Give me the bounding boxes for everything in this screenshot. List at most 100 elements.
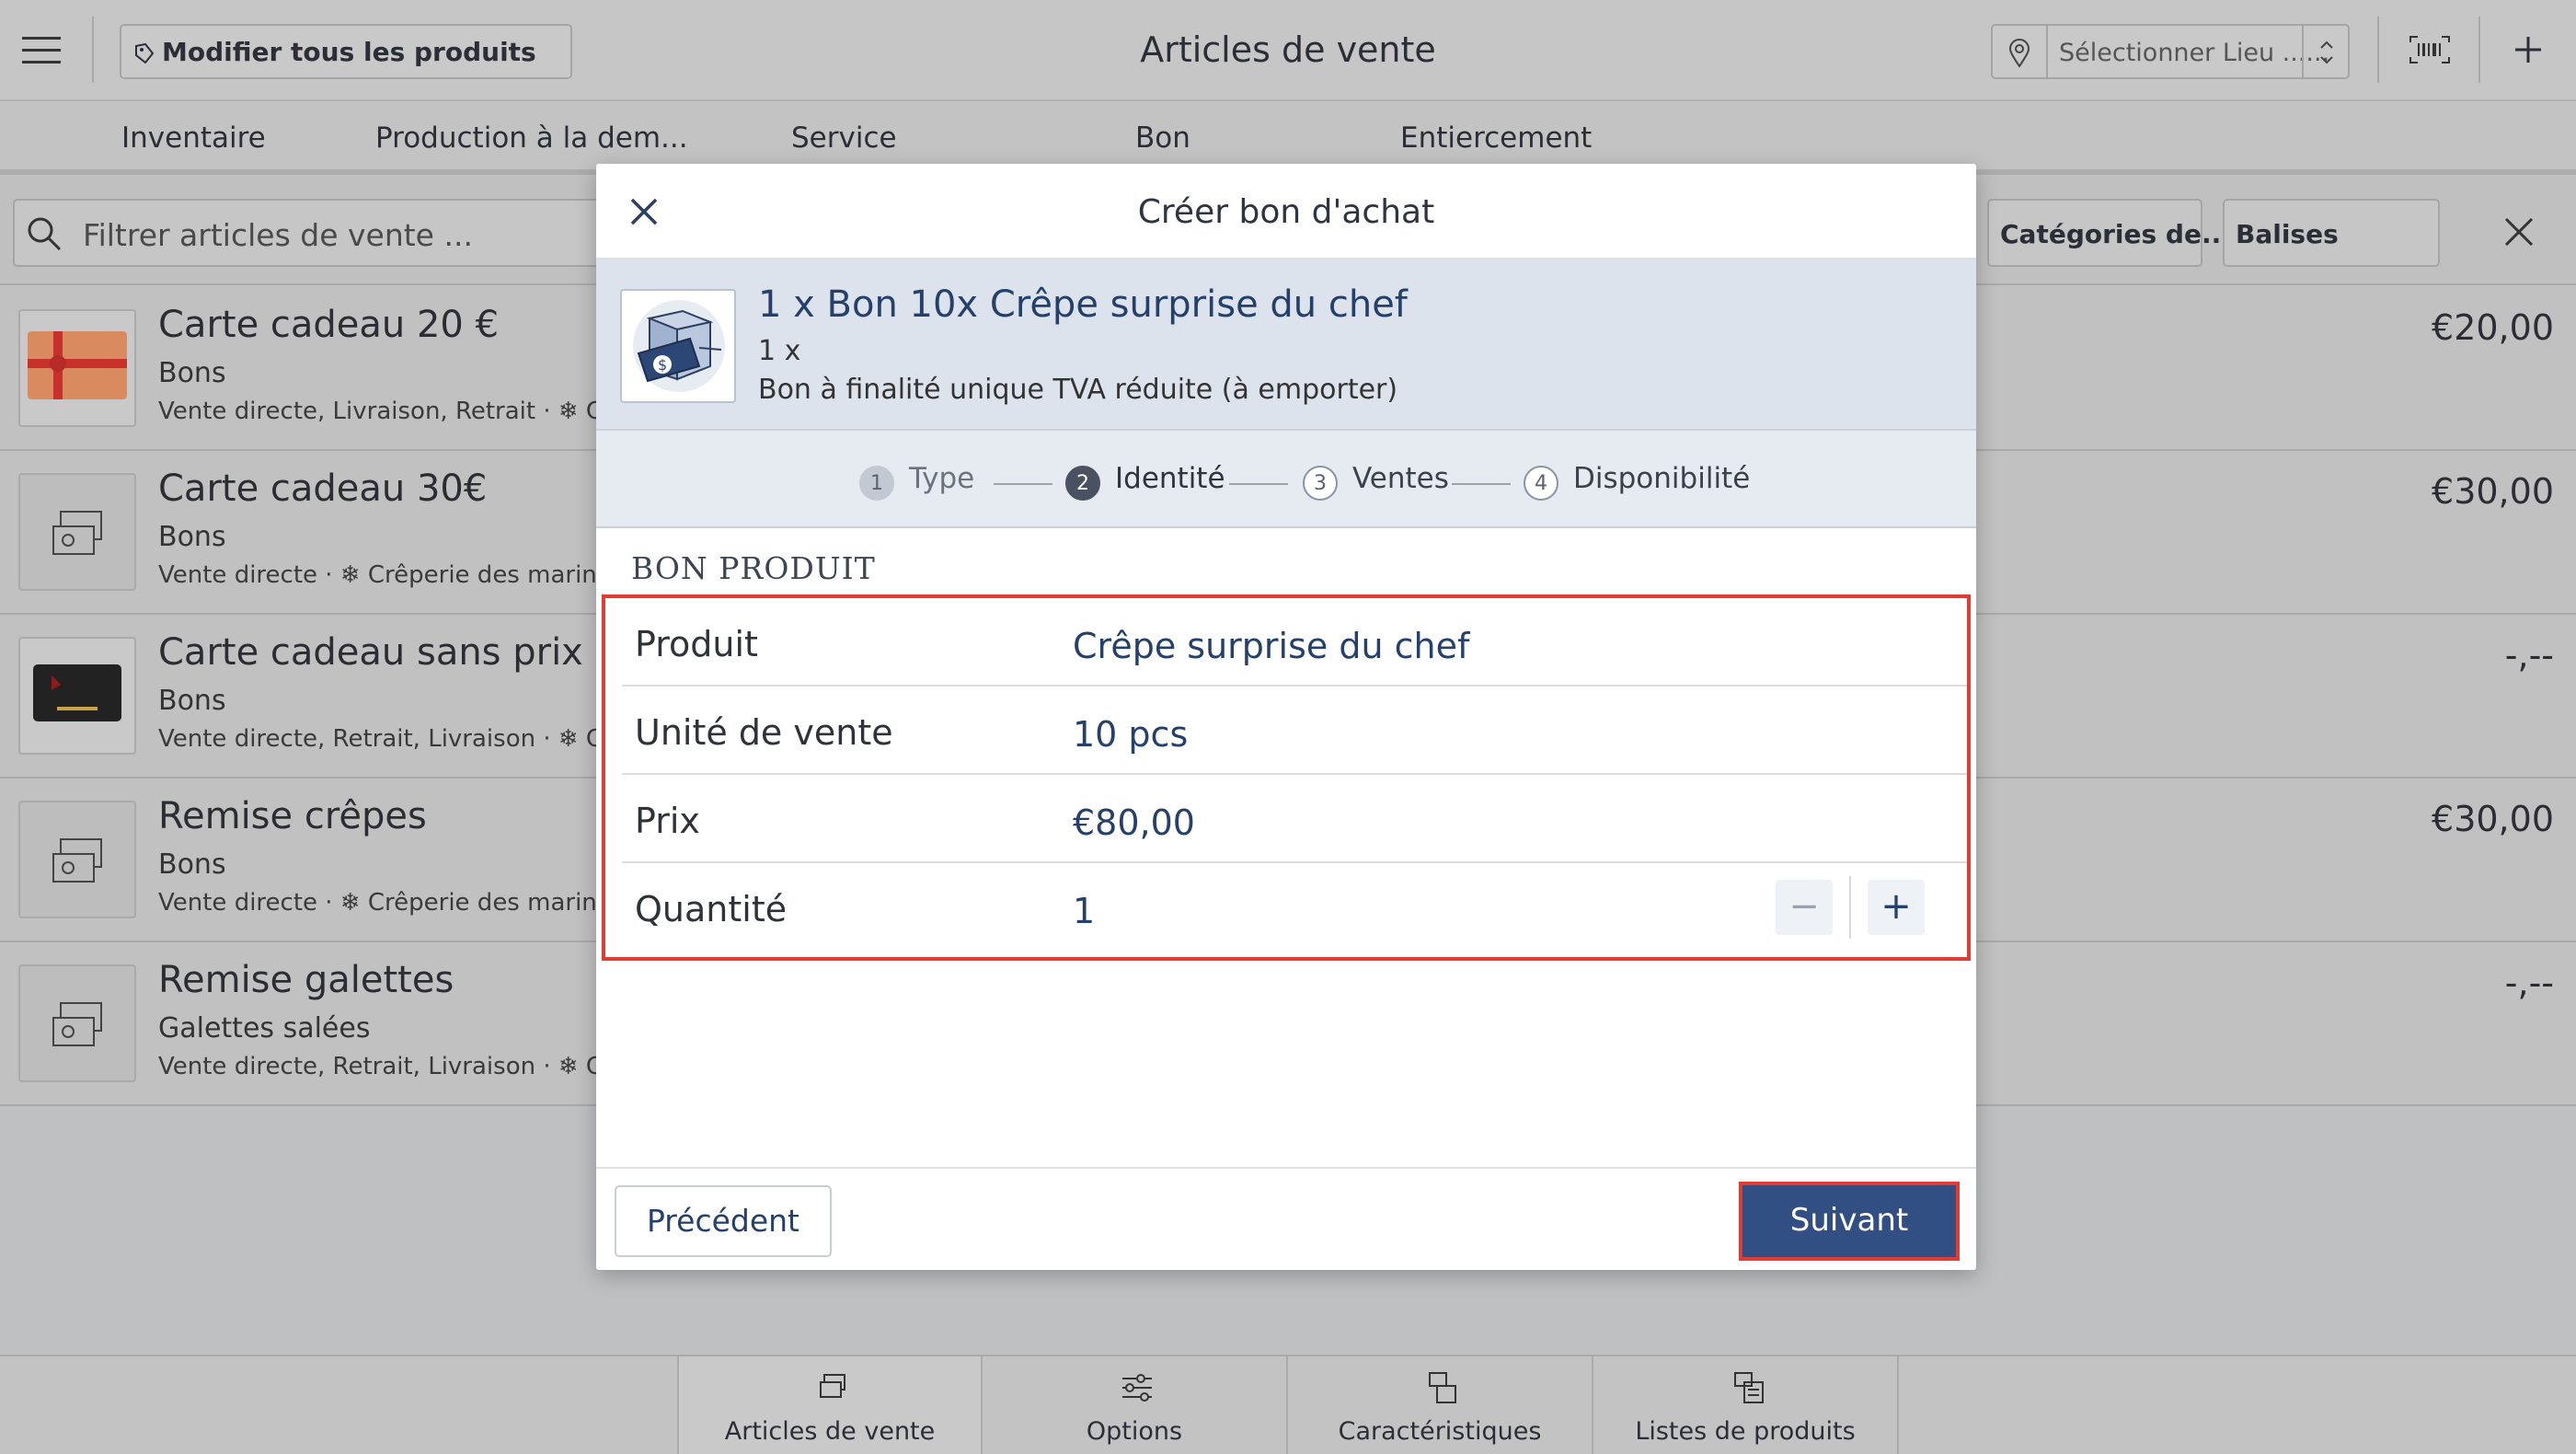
dialog-footer: Précédent Suivant [596, 1167, 1976, 1270]
item-price: €30,00 [2432, 471, 2554, 512]
location-pin-icon [2008, 39, 2030, 68]
voucher-ticket-icon: $ [633, 300, 725, 392]
voucher-thumbnail [18, 473, 136, 591]
item-price: €20,00 [2432, 307, 2554, 348]
item-subtitle: Bons [158, 357, 226, 389]
bottom-tab-label: Listes de produits [1635, 1417, 1856, 1446]
dialog-title: Créer bon d'achat [1137, 193, 1435, 231]
location-placeholder: Sélectionner Lieu ...... [2059, 39, 2330, 67]
product-description: Bon à finalité unique TVA réduite (à emp… [758, 374, 1398, 406]
voucher-icon [52, 1002, 102, 1046]
clear-filter-icon[interactable] [2502, 215, 2536, 248]
item-price: €30,00 [2432, 799, 2554, 839]
item-title: Carte cadeau sans prix [158, 631, 583, 674]
location-select[interactable]: Sélectionner Lieu ...... [1991, 24, 2350, 79]
bottom-tab-options[interactable]: Options [983, 1356, 1288, 1454]
tags-label: Balises [2236, 219, 2339, 249]
tab-inventaire[interactable]: Inventaire [121, 121, 266, 155]
step-type[interactable]: Type [909, 462, 974, 495]
step-identite[interactable]: Identité [1115, 462, 1225, 495]
bottom-nav: Articles de vente Options Caractéristiqu… [0, 1355, 2576, 1454]
categories-filter-button[interactable]: Catégories de... [1987, 199, 2231, 267]
form-row-product[interactable]: Produit Crêpe surprise du chef [622, 598, 1967, 687]
filter-placeholder: Filtrer articles de vente ... [83, 217, 473, 253]
black-gift-card-thumbnail [18, 637, 136, 755]
form-row-quantity: Quantité 1 − + [622, 863, 1967, 952]
item-subtitle: Bons [158, 685, 226, 717]
item-meta: Vente directe · ❄ Crêperie des marins [158, 889, 610, 917]
barcode-icon[interactable] [2409, 35, 2451, 64]
voucher-icon [820, 1374, 845, 1398]
item-price: -,-- [2504, 963, 2554, 1003]
item-price: -,-- [2504, 635, 2554, 675]
tab-bon[interactable]: Bon [1135, 121, 1190, 155]
product-title: 1 x Bon 10x Crêpe surprise du chef [758, 283, 1408, 326]
item-meta: Vente directe, Livraison, Retrait · ❄ Cr [158, 398, 613, 425]
step-number: 3 [1303, 466, 1338, 501]
item-title: Remise crêpes [158, 795, 427, 837]
voucher-thumbnail [18, 801, 136, 918]
categories-label: Catégories de... [2000, 219, 2231, 249]
item-meta: Vente directe, Retrait, Livraison · ❄ Cr [158, 1053, 613, 1080]
add-icon[interactable] [2512, 33, 2545, 66]
quantity-decrement-button[interactable]: − [1776, 880, 1833, 935]
search-icon [28, 217, 62, 251]
item-title: Carte cadeau 20 € [158, 304, 500, 346]
bottom-tab-label: Caractéristiques [1338, 1417, 1542, 1446]
product-summary: $ 1 x Bon 10x Crêpe surprise du chef 1 x… [596, 260, 1976, 431]
quantity-increment-button[interactable]: + [1868, 880, 1925, 935]
product-value[interactable]: Crêpe surprise du chef [1073, 626, 1469, 666]
item-subtitle: Galettes salées [158, 1012, 371, 1044]
quantity-label: Quantité [635, 889, 788, 929]
step-number: 4 [1524, 466, 1558, 501]
chevron-up-down-icon [2320, 40, 2333, 64]
tab-production[interactable]: Production à la dem... [375, 121, 688, 155]
tags-filter-button[interactable]: Balises [2223, 199, 2440, 267]
voucher-product-form: Produit Crêpe surprise du chef Unité de … [602, 594, 1971, 961]
item-meta: Vente directe, Retrait, Livraison · ❄ Cr [158, 725, 613, 753]
form-row-unit[interactable]: Unité de vente 10 pcs [622, 687, 1967, 775]
product-list-icon [1734, 1372, 1764, 1403]
section-heading: BON PRODUIT [631, 550, 876, 586]
next-button[interactable]: Suivant [1739, 1182, 1960, 1261]
voucher-icon [52, 511, 102, 555]
sliders-icon [1122, 1374, 1152, 1402]
top-bar: Modifier tous les produits Articles de v… [0, 0, 2576, 101]
boxes-icon [1429, 1372, 1456, 1403]
item-title: Carte cadeau 30€ [158, 467, 488, 510]
bottom-tab-label: Articles de vente [724, 1417, 936, 1446]
black-gift-card-icon [33, 664, 121, 721]
bottom-tab-label: Options [1086, 1417, 1183, 1446]
form-row-price[interactable]: Prix €80,00 [622, 775, 1967, 863]
previous-button[interactable]: Précédent [615, 1185, 832, 1257]
wizard-steps: 1 Type 2 Identité 3 Ventes 4 Disponibili… [596, 431, 1976, 528]
unit-value[interactable]: 10 pcs [1073, 714, 1188, 755]
gift-card-thumbnail [18, 309, 136, 427]
bottom-tab-listes[interactable]: Listes de produits [1593, 1356, 1899, 1454]
step-disponibilite[interactable]: Disponibilité [1573, 462, 1750, 495]
dialog-header: Créer bon d'achat [596, 164, 1976, 260]
item-meta: Vente directe · ❄ Crêperie des marins [158, 561, 610, 589]
create-voucher-dialog: Créer bon d'achat $ 1 x Bon 10x Crêpe su… [596, 164, 1976, 1270]
price-value[interactable]: €80,00 [1073, 802, 1195, 843]
step-number: 2 [1065, 466, 1100, 501]
step-number: 1 [859, 466, 894, 501]
price-label: Prix [635, 801, 700, 841]
tab-entiercement[interactable]: Entiercement [1400, 121, 1592, 155]
voucher-thumbnail [18, 964, 136, 1082]
unit-label: Unité de vente [635, 712, 893, 753]
bottom-tab-caracteristiques[interactable]: Caractéristiques [1288, 1356, 1593, 1454]
tab-service[interactable]: Service [791, 121, 897, 155]
voucher-icon [52, 838, 102, 883]
bottom-tab-articles[interactable]: Articles de vente [677, 1356, 983, 1454]
gift-card-icon [28, 331, 127, 399]
product-label: Produit [635, 624, 758, 664]
quantity-value[interactable]: 1 [1073, 891, 1095, 931]
filter-input[interactable]: Filtrer articles de vente ... [13, 199, 638, 267]
item-subtitle: Bons [158, 521, 226, 553]
product-quantity: 1 x [758, 335, 801, 367]
product-image: $ [620, 289, 736, 403]
step-ventes[interactable]: Ventes [1352, 462, 1449, 495]
item-subtitle: Bons [158, 848, 226, 881]
svg-text:$: $ [658, 356, 667, 374]
